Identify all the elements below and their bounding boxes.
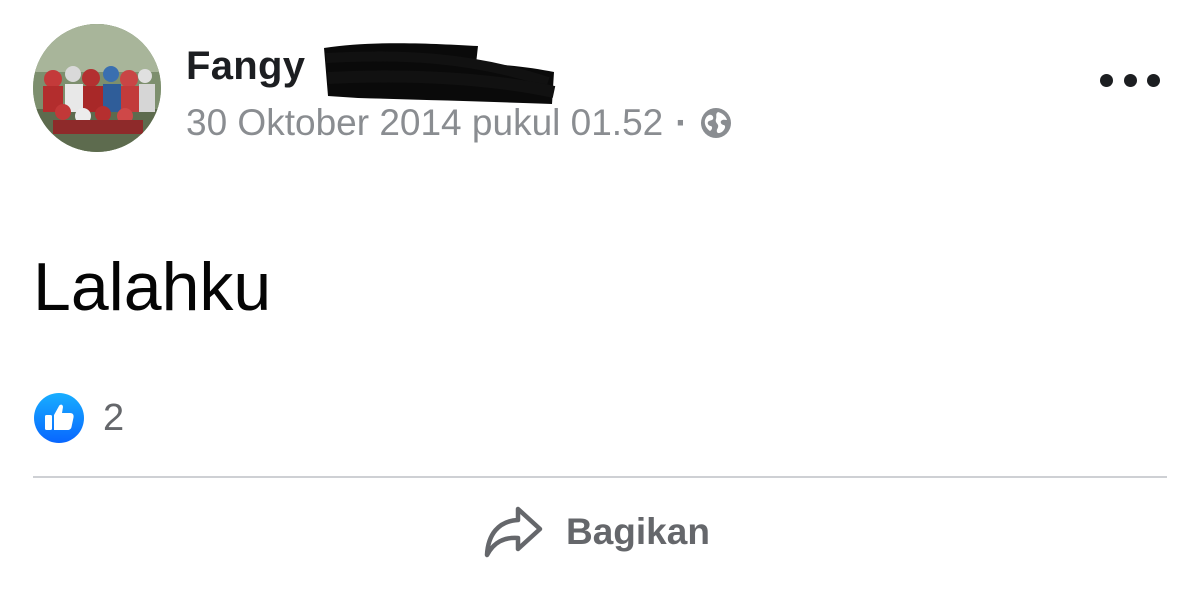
redaction-scribble [324, 43, 556, 104]
author-name[interactable]: Fangy [186, 44, 305, 89]
post-meta: 30 Oktober 2014 pukul 01.52 · [186, 100, 732, 146]
globe-icon[interactable] [700, 107, 732, 139]
more-horizontal-icon [1100, 73, 1113, 87]
reaction-count: 2 [103, 396, 125, 439]
more-horizontal-icon [1147, 73, 1160, 87]
post-card: Fangy 30 Oktober 2014 pukul 01.52 · Lala… [0, 0, 1200, 589]
meta-separator: · [675, 102, 688, 143]
share-button[interactable]: Bagikan [482, 502, 710, 562]
post-timestamp[interactable]: 30 Oktober 2014 pukul 01.52 [186, 102, 663, 144]
reaction-summary[interactable]: 2 [33, 392, 124, 444]
share-label: Bagikan [566, 511, 710, 552]
more-options-button[interactable] [1100, 62, 1160, 98]
author-avatar[interactable] [33, 24, 161, 152]
action-divider [33, 476, 1167, 478]
post-text: Lalahku [33, 249, 272, 325]
like-icon [34, 393, 84, 443]
more-horizontal-icon [1123, 73, 1137, 87]
share-arrow-icon [484, 506, 543, 558]
